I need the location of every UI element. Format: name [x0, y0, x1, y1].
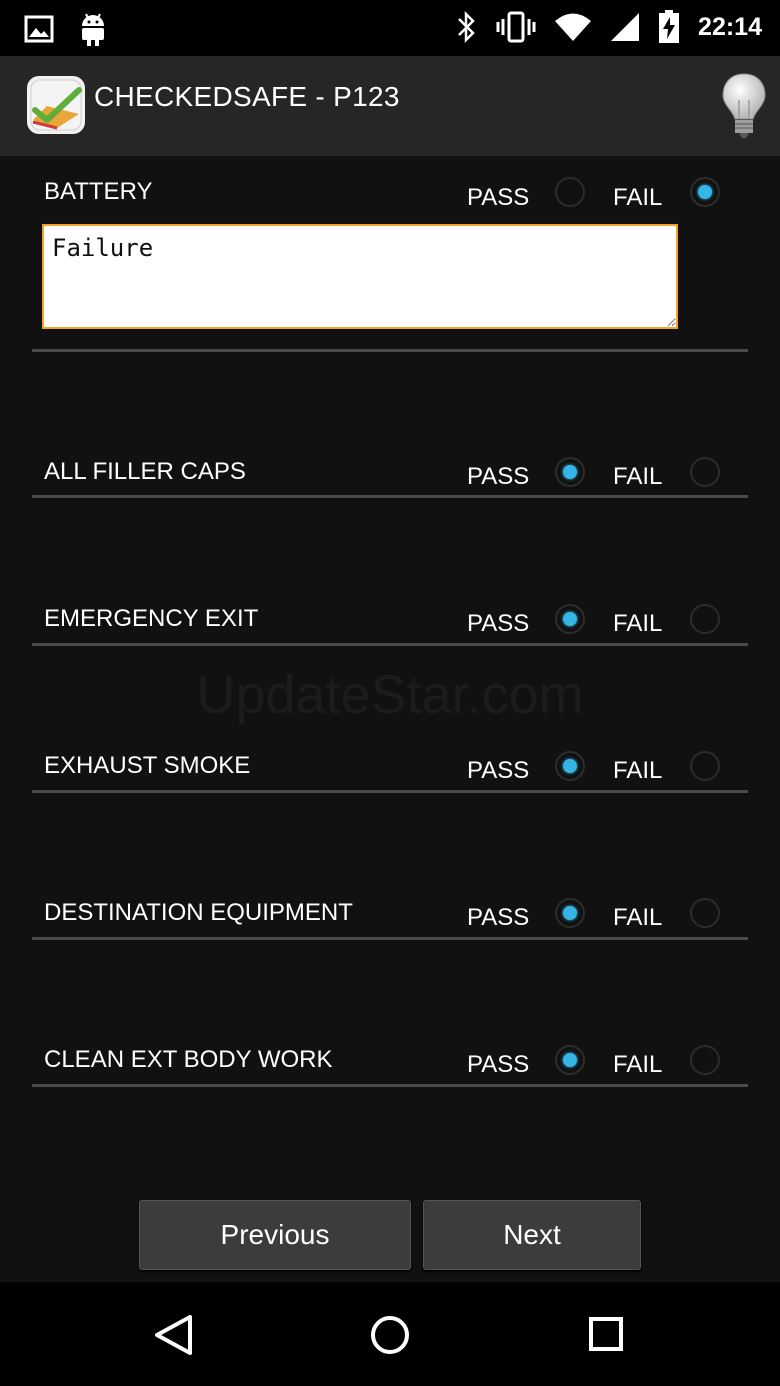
check-label: BATTERY — [44, 178, 153, 205]
fail-radio[interactable] — [690, 898, 720, 928]
fail-label: FAIL — [613, 757, 663, 784]
navigation-bar — [0, 1282, 780, 1386]
watermark: UpdateStar.com — [196, 665, 584, 725]
pass-label: PASS — [467, 184, 530, 211]
check-row-all-filler-caps: ALL FILLER CAPS PASS FAIL — [32, 450, 748, 510]
previous-button[interactable]: Previous — [139, 1200, 411, 1270]
app-title: CHECKEDSAFE - P123 — [94, 81, 400, 112]
pass-radio[interactable] — [555, 1045, 585, 1075]
android-icon — [82, 13, 104, 46]
vibrate-icon — [496, 11, 536, 43]
pass-label: PASS — [467, 757, 530, 784]
pass-label: PASS — [467, 1051, 530, 1078]
fail-label: FAIL — [613, 463, 663, 490]
fail-radio[interactable] — [690, 1045, 720, 1075]
status-time: 22:14 — [698, 12, 762, 41]
back-icon[interactable] — [152, 1314, 196, 1356]
lightbulb-icon[interactable] — [720, 72, 768, 140]
pass-radio[interactable] — [555, 898, 585, 928]
check-row-destination-equipment: DESTINATION EQUIPMENT PASS FAIL — [32, 891, 748, 951]
battery-charging-icon — [659, 10, 680, 43]
row-divider — [32, 495, 748, 498]
home-icon[interactable] — [369, 1314, 411, 1356]
status-bar: 22:14 — [0, 0, 780, 56]
pass-radio[interactable] — [555, 604, 585, 634]
check-label: CLEAN EXT BODY WORK — [44, 1046, 333, 1073]
bluetooth-icon — [458, 10, 475, 44]
fail-radio[interactable] — [690, 604, 720, 634]
row-divider — [32, 349, 748, 352]
pass-label: PASS — [467, 904, 530, 931]
check-label: EXHAUST SMOKE — [44, 752, 251, 779]
check-label: ALL FILLER CAPS — [44, 458, 246, 485]
app-logo-icon[interactable] — [27, 76, 85, 134]
recents-icon[interactable] — [588, 1316, 624, 1352]
check-label: EMERGENCY EXIT — [44, 605, 259, 632]
fail-label: FAIL — [613, 904, 663, 931]
check-row-clean-ext-body-work: CLEAN EXT BODY WORK PASS FAIL — [32, 1038, 748, 1098]
fail-label: FAIL — [613, 1051, 663, 1078]
fail-radio[interactable] — [690, 457, 720, 487]
check-row-exhaust-smoke: EXHAUST SMOKE PASS FAIL — [32, 744, 748, 804]
pass-label: PASS — [467, 610, 530, 637]
battery-comment-input[interactable]: Failure — [42, 224, 678, 329]
next-button[interactable]: Next — [423, 1200, 641, 1270]
check-row-emergency-exit: EMERGENCY EXIT PASS FAIL — [32, 597, 748, 657]
fail-label: FAIL — [613, 610, 663, 637]
pass-radio[interactable] — [555, 751, 585, 781]
pass-radio[interactable] — [555, 457, 585, 487]
signal-icon — [611, 13, 640, 41]
fail-radio[interactable] — [690, 751, 720, 781]
wifi-icon — [555, 13, 592, 41]
fail-label: FAIL — [613, 184, 663, 211]
fail-radio[interactable] — [690, 177, 720, 207]
pass-label: PASS — [467, 463, 530, 490]
row-divider — [32, 937, 748, 940]
action-bar: CHECKEDSAFE - P123 — [0, 56, 780, 156]
row-divider — [32, 643, 748, 646]
check-label: DESTINATION EQUIPMENT — [44, 899, 353, 926]
image-icon — [24, 15, 54, 43]
row-divider — [32, 790, 748, 793]
pass-radio[interactable] — [555, 177, 585, 207]
row-divider — [32, 1084, 748, 1087]
